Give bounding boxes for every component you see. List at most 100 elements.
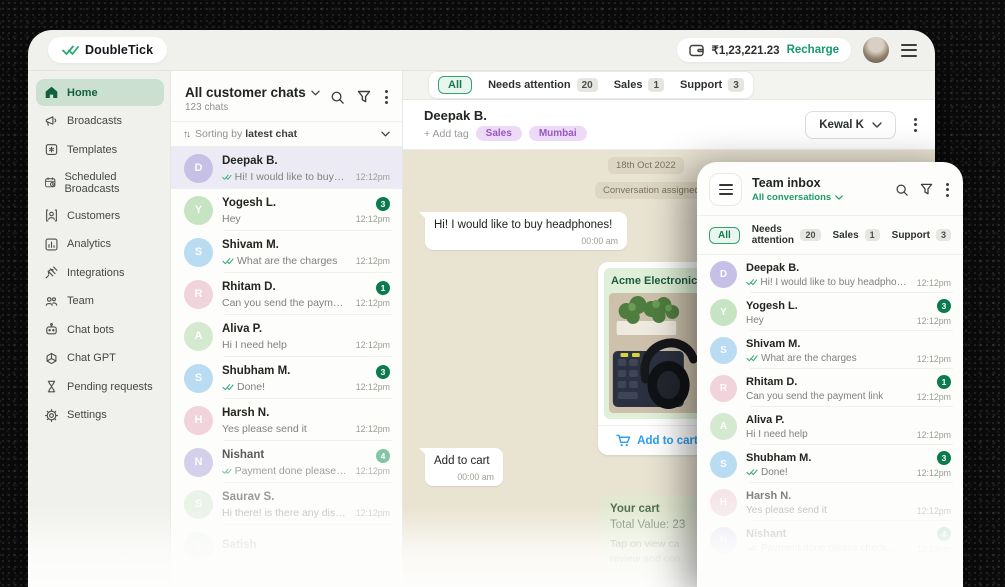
filter-icon[interactable] (920, 183, 933, 196)
read-ticks-icon (222, 173, 232, 181)
customers-icon (44, 208, 59, 223)
tab-all[interactable]: All (438, 76, 472, 94)
more-options-icon[interactable] (383, 88, 390, 106)
robot-icon (44, 322, 59, 337)
sidebar-item-customers[interactable]: Customers (36, 202, 164, 229)
tab-all[interactable]: All (709, 227, 740, 244)
unread-badge: 3 (937, 451, 951, 465)
gear-icon (44, 408, 59, 423)
tag-mumbai[interactable]: Mumbai (529, 126, 587, 141)
menu-icon[interactable] (897, 40, 921, 61)
avatar: S (184, 490, 213, 519)
chat-row-rhitam[interactable]: R Rhitam D. Can you send the payment lin… (171, 273, 402, 315)
sidebar-item-chat-bots[interactable]: Chat bots (36, 316, 164, 343)
search-icon[interactable] (330, 90, 345, 105)
chat-row-yogesh[interactable]: Y Yogesh L. Hey 312:12pm (697, 293, 963, 331)
product-title: Acme Electronics (611, 275, 704, 287)
unread-badge: 3 (376, 365, 390, 379)
recharge-button[interactable]: Recharge (787, 44, 839, 56)
unread-badge: 3 (376, 197, 390, 211)
top-bar: DoubleTick ₹1,23,221.23 Recharge (28, 30, 935, 71)
sidebar: Home Broadcasts Templates Scheduled Broa… (28, 71, 170, 587)
sidebar-item-chat-gpt[interactable]: Chat GPT (36, 345, 164, 372)
chat-row-nishant[interactable]: N Nishant Payment done please check... 4… (697, 521, 963, 559)
chat-list-filter-dropdown[interactable]: All customer chats (185, 85, 330, 100)
tab-badge: 3 (728, 78, 744, 92)
analytics-icon (44, 237, 59, 252)
chat-row-deepak[interactable]: D Deepak B. Hi! I would like to buy head… (697, 255, 963, 293)
megaphone-icon (44, 114, 59, 129)
chat-row-shivam[interactable]: S Shivam M. What are the charges 12:12pm (697, 331, 963, 369)
system-message-chip: Conversation assigned (595, 182, 708, 199)
sidebar-item-home[interactable]: Home (36, 79, 164, 106)
chat-row-harsh[interactable]: H Harsh N. Yes please send it 12:12pm (697, 483, 963, 521)
chevron-down-icon (381, 131, 390, 137)
more-options-icon[interactable] (944, 181, 951, 199)
chevron-down-icon (311, 90, 320, 96)
sidebar-item-pending-requests[interactable]: Pending requests (36, 373, 164, 400)
conversations-filter-dropdown[interactable]: All conversations (752, 192, 895, 203)
chat-row-aliva[interactable]: A Aliva P. Hi I need help 12:12pm (697, 407, 963, 445)
tab-needs-attention[interactable]: Needs attention20 (488, 78, 598, 92)
sidebar-item-integrations[interactable]: Integrations (36, 259, 164, 286)
sort-arrows-icon: ↑↓ (183, 129, 189, 140)
tab-sales[interactable]: Sales1 (614, 78, 664, 92)
avatar: S (710, 337, 737, 364)
filter-icon[interactable] (357, 90, 371, 104)
sidebar-item-scheduled-broadcasts[interactable]: Scheduled Broadcasts (36, 165, 164, 201)
chat-row-nishant[interactable]: N Nishant Payment done please check... 4… (171, 441, 402, 483)
chat-row-shivam[interactable]: S Shivam M. What are the charges 12:12pm (171, 231, 402, 273)
wallet-balance[interactable]: ₹1,23,221.23 Recharge (677, 38, 852, 62)
chat-row-saurav[interactable]: S Saurav S. Hi there! is there any disco… (171, 483, 402, 525)
user-avatar[interactable] (863, 37, 889, 63)
search-icon[interactable] (895, 183, 909, 197)
sidebar-item-team[interactable]: Team (36, 288, 164, 315)
brand-name: DoubleTick (85, 43, 153, 57)
home-icon (44, 85, 59, 100)
add-tag-button[interactable]: + Add tag (424, 128, 469, 140)
integrations-icon (44, 265, 59, 280)
brand-logo[interactable]: DoubleTick (48, 37, 167, 63)
chat-list-panel: All customer chats 123 chats ↑↓ Sorting … (170, 71, 403, 587)
chat-row-rhitam[interactable]: R Rhitam D. Can you send the payment lin… (697, 369, 963, 407)
product-image (609, 293, 705, 413)
chat-row-shubham[interactable]: S Shubham M. Done! 312:12pm (697, 445, 963, 483)
date-chip: 18th Oct 2022 (608, 157, 684, 174)
team-inbox-title: Team inbox (752, 176, 895, 190)
avatar: H (184, 406, 213, 435)
conversation-more-icon[interactable] (912, 116, 919, 134)
tab-support[interactable]: Support3 (680, 78, 744, 92)
chat-row-harsh[interactable]: H Harsh N. Yes please send it 12:12pm (171, 399, 402, 441)
tab-support[interactable]: Support3 (892, 229, 951, 241)
double-check-icon (62, 44, 79, 56)
tab-badge: 1 (865, 229, 880, 241)
chat-row-shubham[interactable]: S Shubham M. Done! 312:12pm (171, 357, 402, 399)
chat-rows: D Deepak B. Hi! I would like to buy head… (171, 147, 402, 587)
sidebar-item-broadcasts[interactable]: Broadcasts (36, 108, 164, 135)
unread-badge: 1 (937, 375, 951, 389)
sidebar-item-templates[interactable]: Templates (36, 136, 164, 163)
sidebar-item-settings[interactable]: Settings (36, 402, 164, 429)
sidebar-item-analytics[interactable]: Analytics (36, 231, 164, 258)
chat-row-aliva[interactable]: A Aliva P. Hi I need help 12:12pm (171, 315, 402, 357)
tag-sales[interactable]: Sales (476, 126, 522, 141)
tab-badge: 1 (648, 78, 664, 92)
chat-row-deepak[interactable]: D Deepak B. Hi! I would like to buy head… (171, 147, 402, 189)
chat-row-satish[interactable]: S Satish (171, 525, 402, 567)
chevron-down-icon (872, 122, 882, 128)
menu-icon[interactable] (709, 173, 742, 206)
unread-badge: 1 (376, 281, 390, 295)
avatar: D (710, 261, 737, 288)
sort-dropdown[interactable]: ↑↓ Sorting by latest chat (171, 121, 402, 147)
tab-badge: 20 (577, 78, 598, 92)
tab-sales[interactable]: Sales1 (833, 229, 880, 241)
tab-needs-attention[interactable]: Needs attention20 (752, 224, 821, 246)
avatar: S (710, 451, 737, 478)
assignee-dropdown[interactable]: Kewal K (805, 111, 896, 139)
avatar: Y (710, 299, 737, 326)
chat-row-yogesh[interactable]: Y Yogesh L. Hey 312:12pm (171, 189, 402, 231)
team-inbox-rows: D Deepak B. Hi! I would like to buy head… (697, 255, 963, 587)
team-inbox-overlay: Team inbox All conversations All Needs a… (697, 162, 963, 587)
avatar: S (184, 532, 213, 561)
chat-row-saurav[interactable]: S Saurav S. (697, 559, 963, 587)
